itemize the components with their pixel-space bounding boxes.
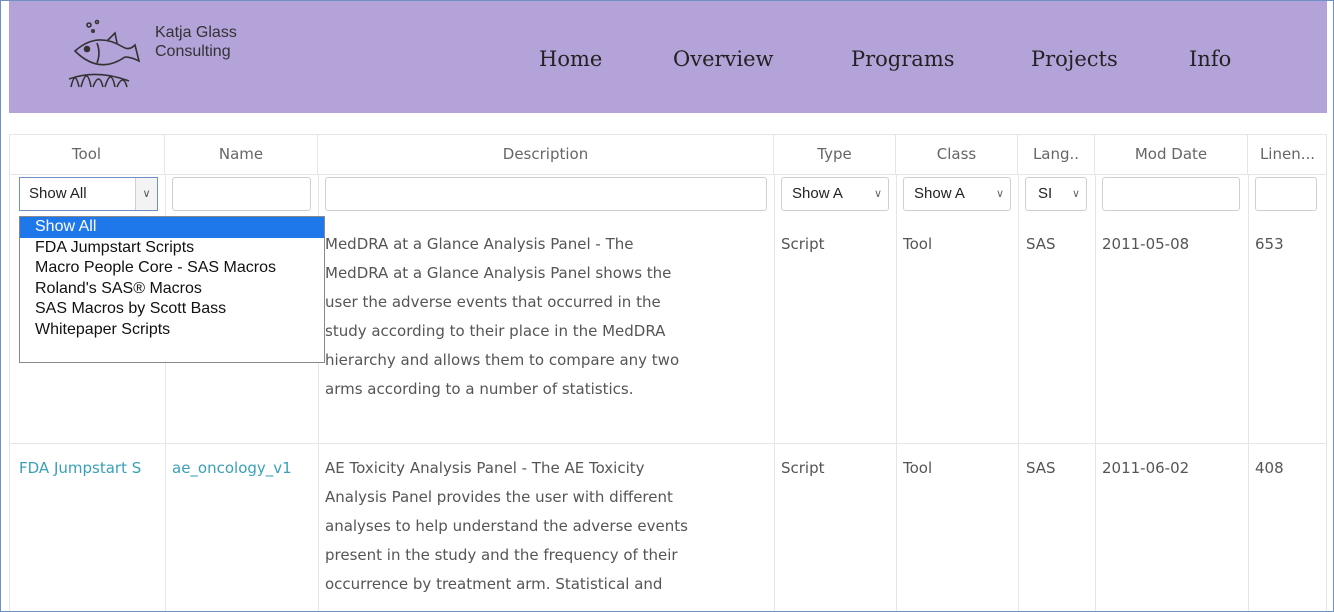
column-header-mod-date[interactable]: Mod Date <box>1095 134 1248 174</box>
grid-line <box>1018 174 1019 611</box>
class-filter-select[interactable]: Show A ∨ <box>903 177 1011 211</box>
type-filter-select[interactable]: Show A ∨ <box>781 177 889 211</box>
brand-name[interactable]: Katja Glass Consulting <box>155 23 237 61</box>
mod-date-filter-input[interactable] <box>1102 177 1240 211</box>
description-line: arms according to a number of statistics… <box>325 380 634 398</box>
description-line: present in the study and the frequency o… <box>325 546 678 564</box>
name-link[interactable]: ae_oncology_v1 <box>172 454 318 483</box>
grid-line <box>774 174 775 611</box>
chevron-down-icon: ∨ <box>1071 188 1080 200</box>
description-cell: MedDRA at a Glance Analysis Panel - The … <box>325 230 765 404</box>
fish-logo-icon[interactable] <box>67 17 157 89</box>
lines-filter-input[interactable] <box>1255 177 1317 211</box>
dropdown-option-whitepaper[interactable]: Whitepaper Scripts <box>20 320 324 341</box>
column-header-tool[interactable]: Tool <box>9 134 165 174</box>
site-header: Katja Glass Consulting Home Overview Pro… <box>9 1 1327 113</box>
chevron-down-icon: ∨ <box>873 188 882 200</box>
description-line: MedDRA at a Glance Analysis Panel shows … <box>325 264 672 282</box>
nav-programs[interactable]: Programs <box>851 47 955 71</box>
column-header-type[interactable]: Type <box>774 134 896 174</box>
column-header-class[interactable]: Class <box>896 134 1018 174</box>
description-line: MedDRA at a Glance Analysis Panel - The <box>325 235 634 253</box>
tool-filter-value: Show All <box>29 185 87 202</box>
lang-cell: SAS <box>1026 459 1056 477</box>
description-cell: AE Toxicity Analysis Panel - The AE Toxi… <box>325 454 765 599</box>
class-filter-value: Show A <box>914 185 965 202</box>
tool-link[interactable]: FDA Jumpstart S <box>19 454 165 483</box>
nav-info[interactable]: Info <box>1189 47 1231 71</box>
brand-line-1: Katja Glass <box>155 24 237 41</box>
chevron-down-icon[interactable]: ∨ <box>135 178 157 210</box>
tool-filter-select[interactable]: Show All ∨ <box>19 177 158 211</box>
class-cell: Tool <box>903 459 933 477</box>
lang-filter-value: SI <box>1038 185 1053 202</box>
dropdown-option-fda-jumpstart[interactable]: FDA Jumpstart Scripts <box>20 238 324 259</box>
mod-date-cell: 2011-06-02 <box>1102 459 1190 477</box>
name-filter-input[interactable] <box>172 177 311 211</box>
grid-line <box>896 174 897 611</box>
lines-cell: 408 <box>1255 459 1284 477</box>
description-line: analyses to help understand the adverse … <box>325 517 688 535</box>
column-header-lang[interactable]: Lang.. <box>1018 134 1095 174</box>
nav-home[interactable]: Home <box>539 47 602 71</box>
grid-line <box>1095 174 1096 611</box>
brand-line-2: Consulting <box>155 43 231 60</box>
description-line: occurrence by treatment arm. Statistical… <box>325 575 663 593</box>
tool-filter-dropdown[interactable]: Show All FDA Jumpstart Scripts Macro Peo… <box>19 216 325 363</box>
column-header-lines[interactable]: Linen... <box>1248 134 1327 174</box>
grid-line <box>1326 134 1327 611</box>
grid-line <box>9 134 10 611</box>
dropdown-option-show-all[interactable]: Show All <box>20 217 324 238</box>
lines-cell: 653 <box>1255 235 1284 253</box>
dropdown-option-macro-people-core[interactable]: Macro People Core - SAS Macros <box>20 258 324 279</box>
grid-line <box>1248 174 1249 611</box>
class-cell: Tool <box>903 235 933 253</box>
description-filter-input[interactable] <box>325 177 767 211</box>
dropdown-option-scott-bass[interactable]: SAS Macros by Scott Bass <box>20 299 324 320</box>
nav-overview[interactable]: Overview <box>673 47 774 71</box>
column-header-name[interactable]: Name <box>165 134 318 174</box>
chevron-down-icon: ∨ <box>995 188 1004 200</box>
description-line: Analysis Panel provides the user with di… <box>325 488 673 506</box>
nav-projects[interactable]: Projects <box>1031 47 1118 71</box>
lang-cell: SAS <box>1026 235 1056 253</box>
lang-filter-select[interactable]: SI ∨ <box>1025 177 1087 211</box>
browser-viewport: Katja Glass Consulting Home Overview Pro… <box>0 0 1334 612</box>
header-bottom-border <box>9 174 1327 175</box>
dropdown-option-rolands-macros[interactable]: Roland's SAS® Macros <box>20 279 324 300</box>
row-divider <box>9 443 1327 444</box>
type-filter-value: Show A <box>792 185 843 202</box>
description-line: study according to their place in the Me… <box>325 322 666 340</box>
description-line: user the adverse events that occurred in… <box>325 293 661 311</box>
type-cell: Script <box>781 459 825 477</box>
description-line: hierarchy and allows them to compare any… <box>325 351 680 369</box>
mod-date-cell: 2011-05-08 <box>1102 235 1190 253</box>
type-cell: Script <box>781 235 825 253</box>
description-line: AE Toxicity Analysis Panel - The AE Toxi… <box>325 459 645 477</box>
column-header-description[interactable]: Description <box>318 134 774 174</box>
